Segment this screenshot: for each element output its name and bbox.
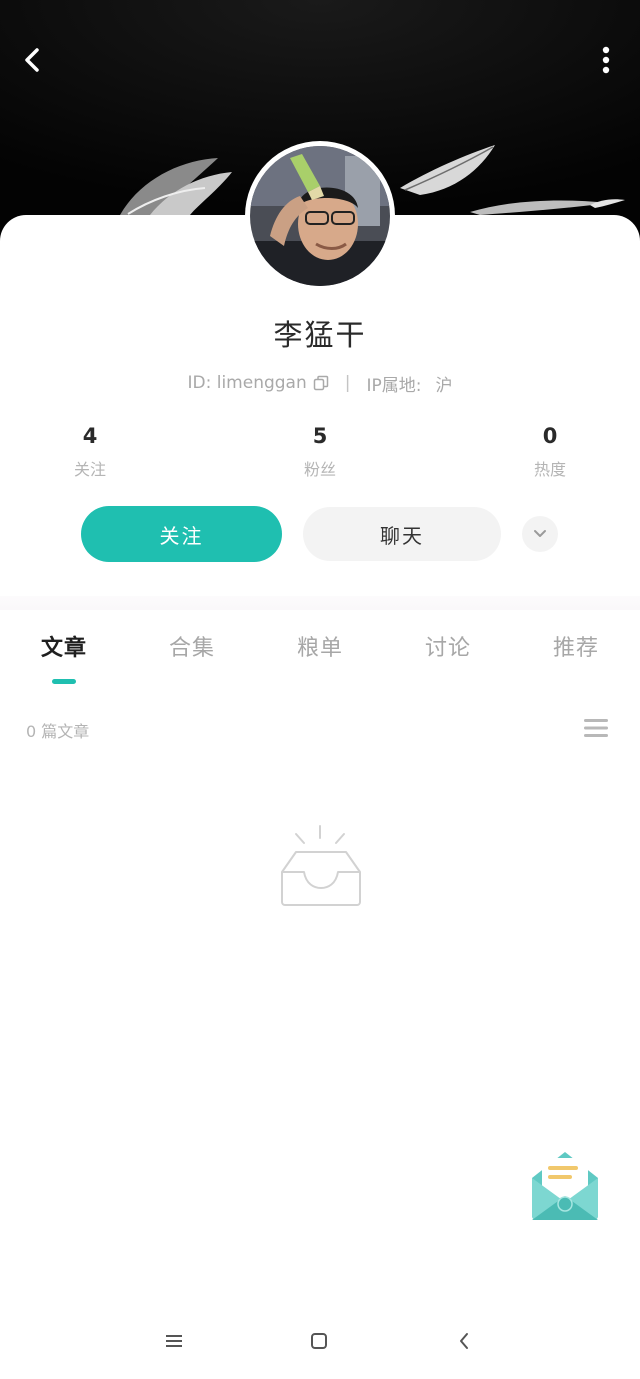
profile-meta: ID: limenggan | IP属地: 沪 [0, 372, 640, 396]
stat-label: 粉丝 [303, 460, 336, 479]
nav-menu-button[interactable] [158, 1325, 190, 1357]
tab-lists[interactable]: 粮单 [280, 630, 360, 666]
more-vertical-icon [602, 46, 610, 74]
stat-value: 5 [312, 424, 328, 448]
stat-followers[interactable]: 5 粉丝 [260, 424, 380, 480]
back-icon [460, 1333, 468, 1349]
view-toggle-button[interactable] [582, 716, 610, 740]
nav-home-button[interactable] [303, 1325, 335, 1357]
user-id: ID: limenggan [187, 373, 307, 393]
meta-separator: | [344, 373, 351, 393]
home-square-icon [311, 1333, 327, 1349]
empty-state [276, 822, 366, 912]
stat-heat[interactable]: 0 热度 [490, 424, 610, 480]
more-options-button[interactable] [588, 42, 624, 78]
chevron-down-icon [534, 530, 546, 537]
tab-recommend[interactable]: 推荐 [536, 630, 616, 666]
active-tab-indicator [52, 679, 76, 684]
stat-following[interactable]: 4 关注 [30, 424, 150, 480]
tab-discussions[interactable]: 讨论 [408, 630, 488, 666]
avatar-photo [250, 146, 390, 286]
chat-button[interactable]: 聊天 [303, 507, 501, 561]
section-divider [0, 596, 640, 610]
profile-name: 李猛干 [273, 318, 367, 352]
tab-collections[interactable]: 合集 [152, 630, 232, 666]
nav-back-button[interactable] [448, 1325, 480, 1357]
ip-location: 沪 [435, 375, 453, 396]
ip-label: IP属地: [366, 375, 422, 396]
mail-envelope-icon [532, 1152, 598, 1220]
mail-button[interactable] [528, 1148, 602, 1222]
stat-label: 热度 [533, 460, 566, 479]
stat-value: 4 [82, 424, 98, 448]
follow-button[interactable]: 关注 [81, 506, 282, 562]
back-chevron-icon [25, 48, 39, 72]
stat-value: 0 [542, 424, 558, 448]
empty-inbox-icon [281, 825, 361, 906]
stat-label: 关注 [73, 460, 106, 479]
list-view-icon [584, 719, 608, 737]
article-count: 0 篇文章 [26, 722, 90, 741]
back-button[interactable] [14, 42, 50, 78]
tab-articles[interactable]: 文章 [24, 630, 104, 666]
avatar[interactable] [245, 141, 395, 291]
menu-icon [166, 1335, 182, 1347]
expand-button[interactable] [522, 516, 558, 552]
copy-icon[interactable] [313, 375, 329, 391]
